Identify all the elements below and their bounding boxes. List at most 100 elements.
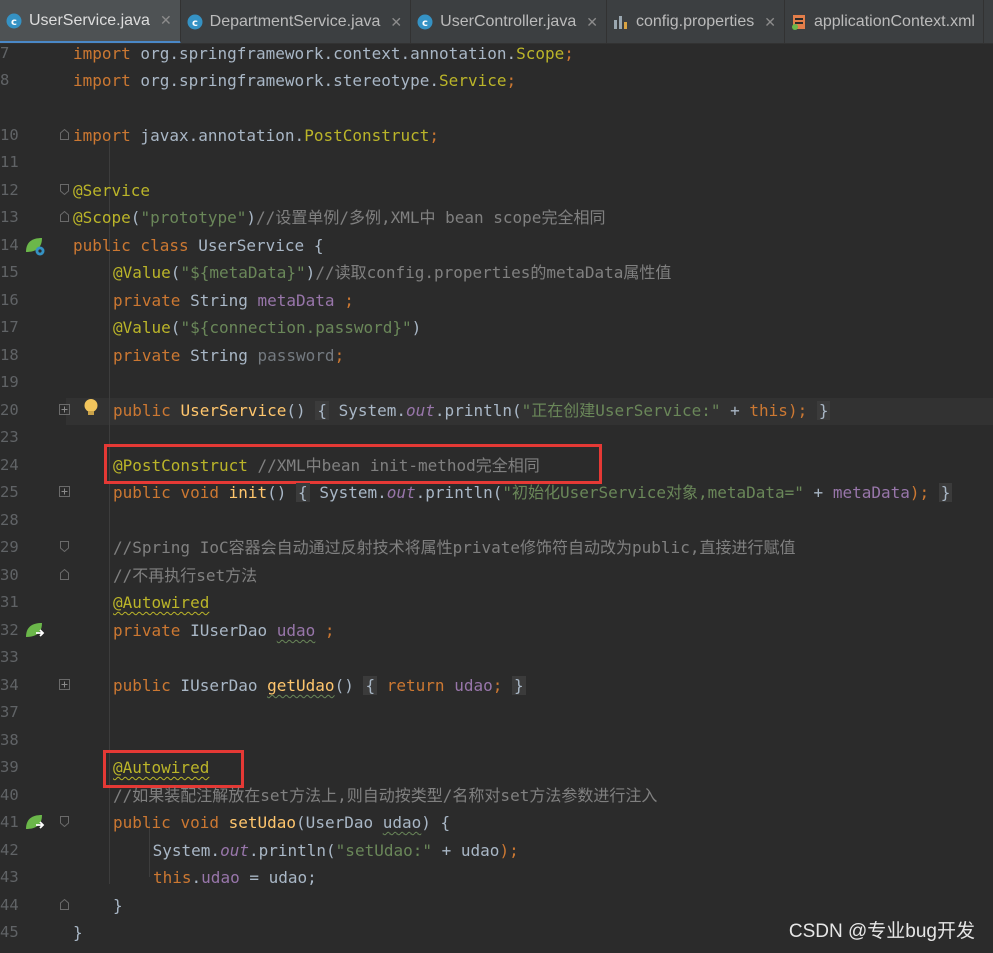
paren: ( xyxy=(130,208,141,227)
code-line: import javax.annotation.PostConstruct; xyxy=(73,122,439,149)
keyword: public xyxy=(113,676,171,695)
keyword: public xyxy=(113,813,171,832)
annotation: @Service xyxy=(73,181,151,200)
paren: ) xyxy=(411,318,422,337)
tab-label: DepartmentService.java xyxy=(209,13,381,30)
tab-usercontroller-java[interactable]: c UserController.java ✕ xyxy=(411,0,607,43)
folded-brace[interactable]: } xyxy=(512,676,526,695)
tab-label: UserController.java xyxy=(440,13,577,30)
svg-text:c: c xyxy=(192,18,198,29)
gutter-row: 32 xyxy=(0,617,66,644)
svg-text:c: c xyxy=(422,18,428,29)
autowired-navigate-icon[interactable] xyxy=(24,813,46,833)
gutter-row: 24 xyxy=(0,452,66,479)
line-number: 7 xyxy=(0,44,10,62)
code-line: @Autowired xyxy=(113,589,209,616)
paren: ( xyxy=(170,263,181,282)
fold-collapsed-icon[interactable] xyxy=(59,404,70,415)
fold-collapsed-icon[interactable] xyxy=(59,486,70,497)
keyword: this xyxy=(153,868,192,887)
code-line: } xyxy=(73,919,83,946)
fold-start-icon[interactable] xyxy=(60,816,69,827)
tab-userservice-java[interactable]: c UserService.java ✕ xyxy=(0,0,181,43)
folded-brace[interactable]: } xyxy=(938,483,953,502)
operator: = xyxy=(239,868,269,887)
fold-end-icon[interactable] xyxy=(60,211,69,222)
gutter-row: 11 xyxy=(0,149,66,176)
field: metaData xyxy=(257,291,335,310)
comment: //不再执行set方法 xyxy=(113,566,258,585)
spring-bean-icon[interactable] xyxy=(24,236,46,256)
line-number: 42 xyxy=(0,841,19,859)
fold-end-icon[interactable] xyxy=(60,129,69,140)
folded-brace[interactable]: { xyxy=(296,483,310,502)
static-field: out xyxy=(220,841,249,860)
folded-brace[interactable]: { xyxy=(315,401,329,420)
keyword: public xyxy=(113,483,171,502)
semicolon: ; xyxy=(334,346,345,365)
parens: () xyxy=(334,676,354,695)
annotation: @Value xyxy=(113,263,171,282)
semicolon: ; xyxy=(492,676,503,695)
svg-text:c: c xyxy=(11,17,17,28)
fold-end-icon[interactable] xyxy=(60,899,69,910)
lightbulb-icon[interactable] xyxy=(82,398,100,418)
line-number: 15 xyxy=(0,263,19,281)
line-number: 23 xyxy=(0,428,19,446)
method-call: .println( xyxy=(248,841,336,860)
string-literal: "${connection.password}" xyxy=(180,318,412,337)
fold-end-icon[interactable] xyxy=(60,569,69,580)
line-number: 19 xyxy=(0,373,19,391)
tab-departmentservice-java[interactable]: c DepartmentService.java ✕ xyxy=(181,0,412,43)
gutter-row: 12 xyxy=(0,177,69,204)
line-number: 38 xyxy=(0,731,19,749)
gutter-row: 33 xyxy=(0,644,66,671)
comment: //Spring IoC容器会自动通过反射技术将属性private修饰符自动改为… xyxy=(113,538,796,557)
tab-label: applicationContext.xml xyxy=(813,13,975,30)
gutter-row: 39 xyxy=(0,754,66,781)
line-number: 37 xyxy=(0,703,19,721)
close-icon[interactable]: ✕ xyxy=(390,14,402,31)
close-icon[interactable]: ✕ xyxy=(586,14,598,31)
close-icon[interactable]: ✕ xyxy=(160,12,172,29)
line-number: 39 xyxy=(0,758,19,776)
code-line: private IUserDao udao ; xyxy=(113,617,335,644)
gutter-row: 8 xyxy=(0,67,66,94)
folded-brace[interactable]: { xyxy=(363,676,378,695)
tab-applicationcontext-xml[interactable]: applicationContext.xml xyxy=(785,0,984,43)
code-line: } xyxy=(113,892,123,919)
line-number: 20 xyxy=(0,401,19,419)
class-icon: c xyxy=(6,13,22,29)
class-icon: c xyxy=(187,14,203,30)
code-line: public UserService() { System.out.printl… xyxy=(113,397,831,424)
fold-start-icon[interactable] xyxy=(60,541,69,552)
line-number: 32 xyxy=(0,621,19,639)
gutter-row: 14 xyxy=(0,232,66,259)
code-editor[interactable]: 7 import org.springframework.context.ann… xyxy=(0,44,993,953)
keyword: return xyxy=(386,676,445,695)
fold-collapsed-icon[interactable] xyxy=(59,679,70,690)
tab-config-properties[interactable]: config.properties ✕ xyxy=(607,0,785,43)
code-line: private String password; xyxy=(113,342,344,369)
fold-start-icon[interactable] xyxy=(60,184,69,195)
gutter-row: 37 xyxy=(0,699,66,726)
folded-brace[interactable]: } xyxy=(816,401,831,420)
semicolon: ); xyxy=(499,841,519,860)
class-declaration: UserService { xyxy=(188,236,324,255)
gutter-row: 10 xyxy=(0,122,69,149)
gutter-row: 19 xyxy=(0,369,66,396)
gutter-row: 25 xyxy=(0,479,70,506)
static-field: out xyxy=(386,483,416,502)
class-ref: System. xyxy=(143,841,221,860)
type: String xyxy=(180,346,258,365)
semicolon: ; xyxy=(334,291,354,310)
close-icon[interactable]: ✕ xyxy=(764,14,776,31)
operator: + xyxy=(720,401,750,420)
class-ref: System. xyxy=(309,483,387,502)
gutter-row: 45 xyxy=(0,919,66,946)
keyword: private xyxy=(113,291,181,310)
autowired-navigate-icon[interactable] xyxy=(24,621,46,641)
code-line: @Service xyxy=(73,177,150,204)
string-literal: "${metaData}" xyxy=(180,263,306,282)
properties-file-icon xyxy=(613,14,629,30)
